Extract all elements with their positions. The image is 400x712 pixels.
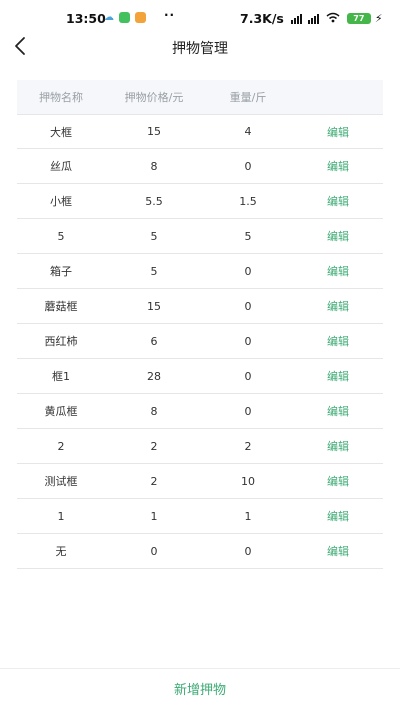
table-header: 押物名称 押物价格/元 重量/斤: [17, 80, 383, 114]
cell-price: 15: [147, 299, 161, 313]
cell-price: 6: [150, 334, 158, 348]
edit-button[interactable]: 编辑: [293, 368, 383, 384]
battery-icon: 77: [346, 13, 371, 24]
cell-weight: 5: [244, 229, 252, 243]
cell-price: 2: [150, 439, 158, 453]
edit-button[interactable]: 编辑: [293, 333, 383, 349]
edit-button[interactable]: 编辑: [293, 543, 383, 559]
table-row: 箱子 5 0 编辑: [17, 254, 383, 289]
page-title: 押物管理: [172, 41, 228, 57]
edit-button[interactable]: 编辑: [293, 438, 383, 454]
edit-button[interactable]: 编辑: [293, 124, 383, 140]
charging-icon: ⚡: [374, 12, 383, 25]
cell-weight: 0: [244, 334, 252, 348]
cell-name: 框1: [52, 370, 70, 383]
table-row: 大框 15 4 编辑: [17, 114, 383, 149]
table-row: 小框 5.5 1.5 编辑: [17, 184, 383, 219]
table-row: 西红柿 6 0 编辑: [17, 324, 383, 359]
cell-price: 1: [150, 509, 158, 523]
wechat-icon: [119, 12, 130, 23]
cell-weight: 0: [244, 264, 252, 278]
table-row: 黄瓜框 8 0 编辑: [17, 394, 383, 429]
table-row: 1 1 1 编辑: [17, 499, 383, 534]
cell-price: 28: [147, 369, 161, 383]
more-notifications: ··: [164, 8, 176, 22]
edit-button[interactable]: 编辑: [293, 298, 383, 314]
cell-weight: 1: [244, 509, 252, 523]
cell-name: 无: [55, 545, 67, 558]
cell-price: 5.5: [145, 194, 163, 208]
weather-icon: ☁: [104, 12, 114, 23]
network-speed: 7.3K/s: [240, 11, 284, 26]
header-name: 押物名称: [39, 91, 83, 104]
table-row: 无 0 0 编辑: [17, 534, 383, 569]
pledge-table: 押物名称 押物价格/元 重量/斤 大框 15 4 编辑 丝瓜 8 0 编辑 小框 5.5 1.5…: [17, 80, 383, 569]
cell-name: 测试框: [44, 475, 78, 488]
table-row: 蘑菇框 15 0 编辑: [17, 289, 383, 324]
edit-button[interactable]: 编辑: [293, 508, 383, 524]
table-row: 2 2 2 编辑: [17, 429, 383, 464]
cell-name: 蘑菇框: [44, 300, 78, 313]
cell-weight: 10: [241, 474, 255, 488]
edit-button[interactable]: 编辑: [293, 228, 383, 244]
nav-bar: 押物管理: [0, 34, 400, 62]
wifi-icon: [326, 11, 340, 26]
status-time: 13:50: [66, 11, 106, 26]
cell-weight: 0: [244, 159, 252, 173]
cell-price: 15: [147, 125, 161, 138]
cell-weight: 2: [244, 439, 252, 453]
cell-weight: 1.5: [239, 194, 257, 208]
hd-signal-icon: [290, 13, 302, 24]
hd-signal-2-icon: [307, 13, 319, 24]
cell-price: 5: [150, 264, 158, 278]
cell-name: 1: [57, 509, 65, 523]
cell-price: 5: [150, 229, 158, 243]
table-row: 丝瓜 8 0 编辑: [17, 149, 383, 184]
message-icon: [135, 12, 146, 23]
cell-name: 丝瓜: [50, 160, 72, 173]
add-pledge-button[interactable]: 新增押物: [0, 668, 400, 711]
cell-price: 2: [150, 474, 158, 488]
edit-button[interactable]: 编辑: [293, 193, 383, 209]
status-bar: 13:50 ☁ ·· 7.3K/s 77 ⚡: [0, 0, 400, 34]
cell-price: 0: [150, 544, 158, 558]
status-right: 7.3K/s 77 ⚡: [240, 11, 383, 26]
edit-button[interactable]: 编辑: [293, 473, 383, 489]
cell-price: 8: [150, 404, 158, 418]
edit-button[interactable]: 编辑: [293, 403, 383, 419]
table-row: 测试框 2 10 编辑: [17, 464, 383, 499]
cell-name: 西红柿: [44, 335, 78, 348]
cell-name: 大框: [50, 125, 72, 139]
table-row: 框1 28 0 编辑: [17, 359, 383, 394]
header-price: 押物价格/元: [124, 91, 184, 104]
notification-icons: ☁: [104, 12, 146, 23]
cell-name: 5: [57, 229, 65, 243]
edit-button[interactable]: 编辑: [293, 263, 383, 279]
cell-weight: 4: [244, 125, 252, 138]
table-row: 5 5 5 编辑: [17, 219, 383, 254]
cell-name: 黄瓜框: [44, 405, 78, 418]
cell-weight: 0: [244, 369, 252, 383]
edit-button[interactable]: 编辑: [293, 158, 383, 174]
cell-name: 箱子: [50, 265, 72, 278]
cell-weight: 0: [244, 404, 252, 418]
cell-weight: 0: [244, 544, 252, 558]
cell-name: 2: [57, 439, 65, 453]
table-body: 大框 15 4 编辑 丝瓜 8 0 编辑 小框 5.5 1.5 编辑 5 5 5 编辑 箱子 5 0 编辑 蘑…: [17, 114, 383, 569]
header-weight: 重量/斤: [229, 91, 267, 104]
cell-price: 8: [150, 159, 158, 173]
cell-name: 小框: [50, 195, 72, 208]
cell-weight: 0: [244, 299, 252, 313]
